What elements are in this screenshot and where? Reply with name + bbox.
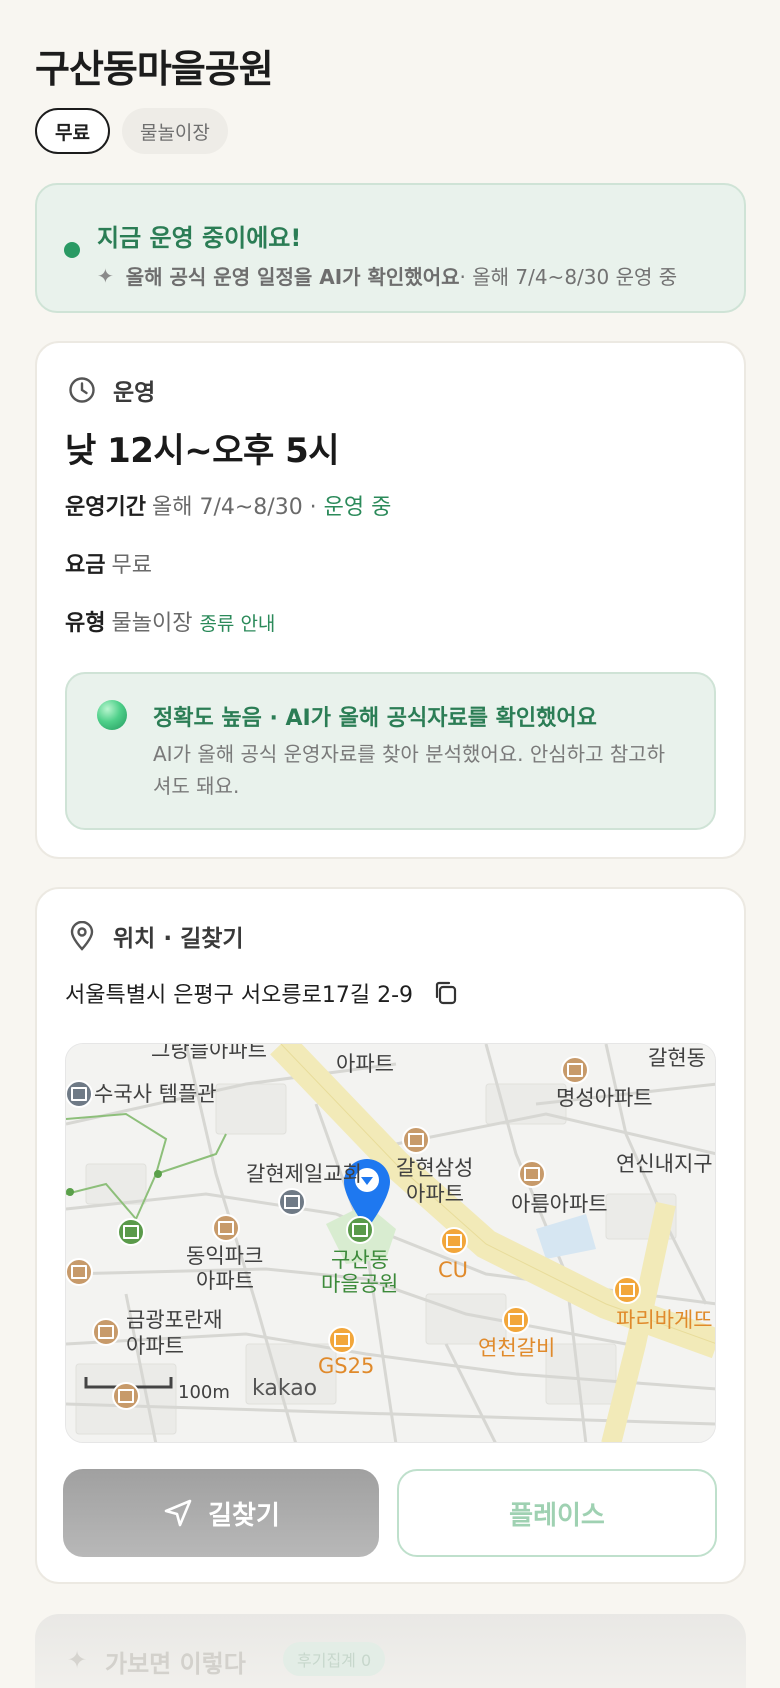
type-guide-link[interactable]: 종류 안내 bbox=[199, 613, 275, 635]
status-headline: 지금 운영 중이에요! bbox=[97, 224, 302, 252]
ai-accuracy-box: 정확도 높음 · AI가 올해 공식자료를 확인했어요 AI가 올해 공식 운영… bbox=[65, 672, 716, 830]
map-label-yeoncheon: 연천갈비 bbox=[478, 1336, 556, 1360]
apartment-icon bbox=[518, 1160, 546, 1188]
status-sub-rest: · 올해 7/4~8/30 운영 중 bbox=[459, 265, 678, 289]
period-value: 올해 7/4~8/30 · bbox=[151, 495, 324, 520]
map-label-church: 갈현제일교회 bbox=[246, 1162, 362, 1186]
ai-accuracy-desc: AI가 올해 공식 운영자료를 찾아 분석했어요. 안심하고 참고하셔도 돼요. bbox=[153, 742, 666, 798]
directions-button[interactable]: 길찾기 bbox=[63, 1469, 379, 1557]
tag-chips: 무료 물놀이장 bbox=[35, 108, 228, 154]
map-label-gs25: GS25 bbox=[318, 1354, 375, 1378]
operation-header: 운영 bbox=[67, 373, 155, 407]
apartment-icon bbox=[92, 1318, 120, 1346]
map-label-dongik: 동익파크 bbox=[186, 1244, 264, 1268]
apartment-icon bbox=[402, 1126, 430, 1154]
operating-hours: 낮 12시~오후 5시 bbox=[65, 431, 340, 471]
chip-water-play[interactable]: 물놀이장 bbox=[121, 108, 228, 154]
place-button-label: 플레이스 bbox=[509, 1500, 605, 1531]
place-button[interactable]: 플레이스 bbox=[397, 1469, 717, 1557]
fee-row: 요금 무료 bbox=[65, 547, 152, 579]
map-label-geumgwang: 금광포란재 bbox=[126, 1308, 223, 1332]
map-scale-label: 100m bbox=[178, 1382, 230, 1403]
status-sub: ✦ 올해 공식 운영 일정을 AI가 확인했어요 · 올해 7/4~8/30 운… bbox=[97, 261, 677, 290]
status-sub-bold: 올해 공식 운영 일정을 AI가 확인했어요 bbox=[125, 265, 460, 289]
status-banner: 지금 운영 중이에요! ✦ 올해 공식 운영 일정을 AI가 확인했어요 · 올… bbox=[35, 183, 746, 313]
period-label: 운영기간 bbox=[65, 495, 146, 520]
chip-free[interactable]: 무료 bbox=[35, 108, 110, 154]
fee-value: 무료 bbox=[111, 553, 152, 578]
apartment-icon bbox=[66, 1258, 93, 1286]
temple-icon bbox=[66, 1080, 93, 1108]
map-label-galhyeon-dong: 갈현동 bbox=[648, 1046, 706, 1070]
map-label-park-2: 마을공원 bbox=[321, 1272, 399, 1296]
map-label-apt-top: 아파트 bbox=[336, 1052, 394, 1076]
map-label-temple: 수국사 템플관 bbox=[94, 1082, 217, 1106]
ai-accuracy-title: 정확도 높음 · AI가 올해 공식자료를 확인했어요 bbox=[153, 706, 597, 731]
address-text: 서울특별시 은평구 서오릉로17길 2-9 bbox=[65, 983, 414, 1008]
map-label-dongik-apt: 아파트 bbox=[196, 1269, 254, 1293]
period-status: 운영 중 bbox=[323, 495, 392, 520]
bakery-icon bbox=[613, 1276, 641, 1304]
fee-label: 요금 bbox=[65, 553, 106, 578]
map-label-myeongseong: 명성아파트 bbox=[556, 1086, 653, 1110]
type-value: 물놀이장 bbox=[111, 611, 193, 636]
map-label-grandble: 그랑블아파트 bbox=[151, 1043, 267, 1062]
sparkle-icon: ✦ bbox=[97, 263, 114, 288]
ai-orb-icon bbox=[97, 700, 127, 730]
location-title: 위치 · 길찾기 bbox=[113, 926, 244, 952]
map-label-paris: 파리바게뜨 bbox=[616, 1308, 713, 1332]
operation-card: 운영 낮 12시~오후 5시 운영기간 올해 7/4~8/30 · 운영 중 요금… bbox=[35, 341, 746, 859]
operation-title: 운영 bbox=[113, 380, 156, 406]
map-label-areum: 아름아파트 bbox=[511, 1192, 608, 1216]
sparkle-icon: ✦ bbox=[67, 1646, 88, 1674]
map-label-samsung-apt: 아파트 bbox=[406, 1182, 464, 1206]
directions-button-label: 길찾기 bbox=[208, 1500, 280, 1531]
review-count-badge: 후기집계 0 bbox=[283, 1642, 386, 1676]
location-card: 위치 · 길찾기 서울특별시 은평구 서오릉로17길 2-9 그랑블아파트 아파… bbox=[35, 887, 746, 1584]
next-section-card: ✦ 가보면 이렇다 후기집계 0 bbox=[35, 1614, 746, 1688]
map-label-geumgwang-apt: 아파트 bbox=[126, 1334, 184, 1358]
convenience-store-icon bbox=[440, 1227, 468, 1255]
location-header: 위치 · 길찾기 bbox=[67, 919, 244, 953]
apartment-icon bbox=[112, 1382, 140, 1410]
clock-icon bbox=[67, 375, 97, 405]
period-row: 운영기간 올해 7/4~8/30 · 운영 중 bbox=[65, 489, 391, 521]
mountain-icon bbox=[117, 1218, 145, 1246]
map-label-park: 구산동 bbox=[331, 1248, 389, 1272]
address-row: 서울특별시 은평구 서오릉로17길 2-9 bbox=[65, 977, 461, 1009]
type-label: 유형 bbox=[65, 611, 106, 636]
church-icon bbox=[278, 1188, 306, 1216]
map-label-cu: CU bbox=[438, 1258, 469, 1282]
convenience-store-icon bbox=[328, 1326, 356, 1354]
type-row: 유형 물놀이장 종류 안내 bbox=[65, 605, 275, 637]
place-detail-page: 구산동마을공원 무료 물놀이장 지금 운영 중이에요! ✦ 올해 공식 운영 일… bbox=[0, 0, 780, 1688]
map-label-yeonsin: 연신내지구 bbox=[616, 1152, 713, 1176]
status-dot-icon bbox=[64, 242, 80, 258]
map-view[interactable]: 그랑블아파트 아파트 갈현동 수국사 템플관 명성아파트 연신내지구 갈현제일교… bbox=[65, 1043, 716, 1443]
park-tree-icon bbox=[346, 1216, 374, 1244]
apartment-icon bbox=[561, 1056, 589, 1084]
copy-icon[interactable] bbox=[431, 978, 461, 1008]
next-section-title: 가보면 이렇다 bbox=[105, 1650, 246, 1678]
restaurant-icon bbox=[502, 1306, 530, 1334]
navigation-arrow-icon bbox=[164, 1499, 192, 1527]
apartment-icon bbox=[212, 1214, 240, 1242]
page-title: 구산동마을공원 bbox=[35, 47, 274, 91]
map-label-samsung: 갈현삼성 bbox=[396, 1156, 474, 1180]
location-pin-icon bbox=[67, 921, 97, 951]
map-brand-logo: kakao bbox=[252, 1376, 318, 1401]
